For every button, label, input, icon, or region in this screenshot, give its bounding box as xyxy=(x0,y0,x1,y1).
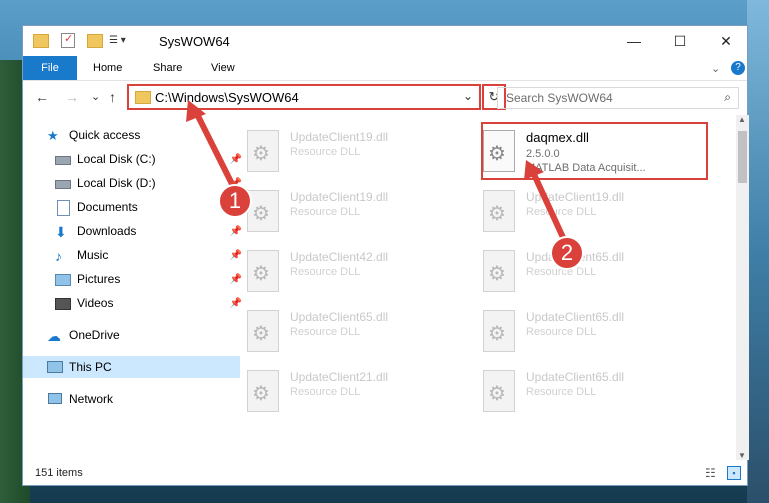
sidebar-item-network[interactable]: Network xyxy=(23,388,240,410)
sidebar-item-onedrive[interactable]: ☁ OneDrive xyxy=(23,324,240,346)
back-button[interactable]: ← xyxy=(35,89,49,105)
minimize-button[interactable]: — xyxy=(611,26,657,56)
videos-icon xyxy=(55,296,71,310)
scrollbar-thumb[interactable] xyxy=(738,131,747,183)
search-placeholder: Search SysWOW64 xyxy=(506,91,613,105)
up-button[interactable]: ↑ xyxy=(109,89,116,105)
dll-file-icon: ⚙ xyxy=(247,310,279,352)
dll-file-icon: ⚙ xyxy=(247,370,279,412)
vertical-scrollbar[interactable]: ▲ ▼ xyxy=(736,115,749,460)
sidebar-item-quick-access[interactable]: ★ Quick access xyxy=(23,124,240,146)
sidebar-item-downloads[interactable]: ⬇ Downloads 📌 xyxy=(23,220,248,242)
navigation-bar: ← → ⌄ ↑ C:\Windows\SysWOW64 ⌄ ↻ Search S… xyxy=(23,81,747,115)
dll-file-icon: ⚙ xyxy=(247,250,279,292)
list-item[interactable]: ⚙ UpdateClient19.dll Resource DLL xyxy=(455,184,685,240)
recent-locations-button[interactable]: ⌄ xyxy=(91,90,100,103)
downloads-icon: ⬇ xyxy=(55,224,67,240)
list-item[interactable]: ⚙ UpdateClient65.dll Resource DLL xyxy=(219,304,449,360)
scroll-up-icon[interactable]: ▲ xyxy=(738,115,746,124)
list-item[interactable]: ⚙ UpdateClient65.dll Resource DLL xyxy=(455,364,685,420)
this-pc-icon xyxy=(47,360,63,374)
maximize-button[interactable]: ☐ xyxy=(657,26,703,56)
folder-icon[interactable] xyxy=(33,33,49,48)
list-item[interactable]: ⚙ UpdateClient42.dll Resource DLL xyxy=(219,244,449,300)
status-bar: 151 items ☷ ▪ xyxy=(23,462,747,486)
sidebar-item-this-pc[interactable]: This PC xyxy=(23,356,240,378)
new-folder-icon[interactable] xyxy=(87,33,103,48)
dll-file-icon: ⚙ xyxy=(247,130,279,172)
drive-icon xyxy=(55,152,71,166)
list-item[interactable]: ⚙ UpdateClient21.dll Resource DLL xyxy=(219,364,449,420)
address-path: C:\Windows\SysWOW64 xyxy=(155,90,299,105)
dll-file-icon: ⚙ xyxy=(483,190,515,232)
list-item[interactable]: ⚙ UpdateClient19.dll Resource DLL xyxy=(219,184,449,240)
large-icons-view-icon[interactable]: ▪ xyxy=(727,466,741,480)
sidebar-item-local-disk-d[interactable]: Local Disk (D:) 📌 xyxy=(23,172,248,194)
ribbon-collapse-button[interactable]: ⌄ xyxy=(711,56,720,80)
tab-view[interactable]: View xyxy=(211,56,235,80)
list-item[interactable]: ⚙ UpdateClient65.dll Resource DLL xyxy=(455,304,685,360)
quick-access-toolbar: ✓ ☰ ▾ xyxy=(33,33,126,48)
search-icon: ⌕ xyxy=(724,90,731,104)
drive-icon xyxy=(55,176,71,190)
sidebar-item-music[interactable]: ♪ Music 📌 xyxy=(23,244,248,266)
item-count: 151 items xyxy=(35,467,83,479)
sidebar-item-videos[interactable]: Videos 📌 xyxy=(23,292,248,314)
scroll-down-icon[interactable]: ▼ xyxy=(738,451,746,460)
list-item[interactable]: ⚙ UpdateClient19.dll Resource DLL xyxy=(219,124,449,180)
tab-share[interactable]: Share xyxy=(153,56,182,80)
search-input[interactable]: Search SysWOW64 ⌕ xyxy=(497,87,739,109)
sidebar-item-documents[interactable]: Documents 📌 xyxy=(23,196,248,218)
desktop-background-right xyxy=(747,0,769,503)
address-dropdown-button[interactable]: ⌄ xyxy=(463,89,473,103)
step-marker-2: 2 xyxy=(550,236,584,270)
file-highlight-box xyxy=(481,122,708,180)
step-marker-1: 1 xyxy=(218,184,252,218)
onedrive-icon: ☁ xyxy=(47,328,61,344)
sidebar-item-local-disk-c[interactable]: Local Disk (C:) 📌 xyxy=(23,148,248,170)
title-bar: ✓ ☰ ▾ SysWOW64 — ☐ ✕ xyxy=(23,26,747,56)
sidebar-item-pictures[interactable]: Pictures 📌 xyxy=(23,268,248,290)
help-button[interactable]: ? xyxy=(731,56,745,80)
explorer-window: ✓ ☰ ▾ SysWOW64 — ☐ ✕ File Home Share Vie… xyxy=(22,25,749,486)
forward-button[interactable]: → xyxy=(65,89,79,105)
ribbon-tabs: File Home Share View ⌄ ? xyxy=(23,56,747,81)
documents-icon xyxy=(55,200,71,216)
network-icon xyxy=(47,392,63,406)
tab-file[interactable]: File xyxy=(23,56,77,80)
close-button[interactable]: ✕ xyxy=(703,26,749,56)
details-view-icon[interactable]: ☷ xyxy=(705,466,716,480)
address-bar[interactable]: C:\Windows\SysWOW64 ⌄ xyxy=(127,84,481,110)
navigation-pane: ★ Quick access Local Disk (C:) 📌 Local D… xyxy=(23,118,242,458)
dll-file-icon: ⚙ xyxy=(483,310,515,352)
help-icon: ? xyxy=(731,61,745,75)
dll-file-icon: ⚙ xyxy=(483,250,515,292)
dll-file-icon: ⚙ xyxy=(247,190,279,232)
dll-file-icon: ⚙ xyxy=(483,370,515,412)
customize-toolbar-icon[interactable]: ☰ ▾ xyxy=(109,35,126,46)
properties-icon[interactable]: ✓ xyxy=(61,33,75,48)
tab-home[interactable]: Home xyxy=(93,56,122,80)
star-icon: ★ xyxy=(47,128,59,143)
window-title: SysWOW64 xyxy=(159,34,230,49)
music-icon: ♪ xyxy=(55,248,62,264)
pictures-icon xyxy=(55,272,71,286)
folder-icon xyxy=(135,91,151,104)
